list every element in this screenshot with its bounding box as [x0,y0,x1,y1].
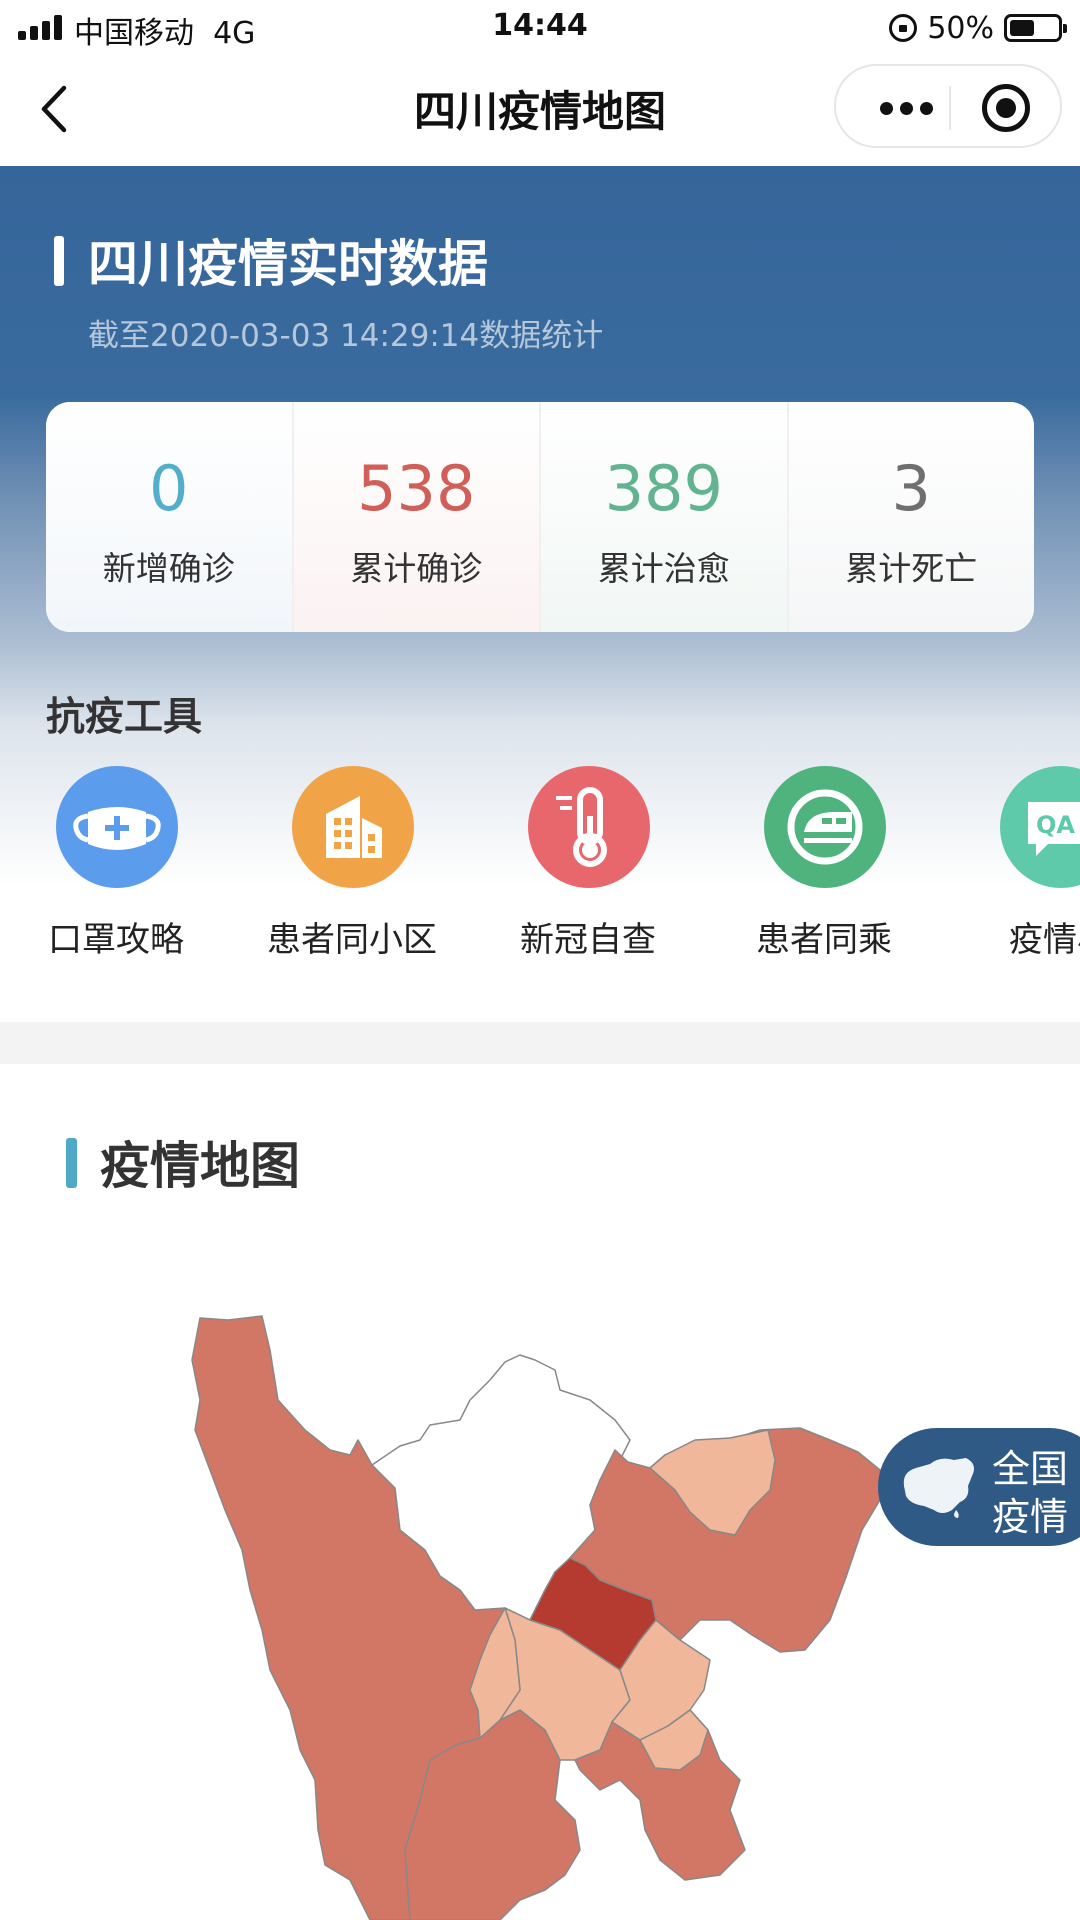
stat-value: 3 [891,452,931,525]
tool-label: 患者同乘 [756,920,892,960]
thermometer-icon [528,766,650,888]
stats-card: 0 新增确诊 538 累计确诊 389 累计治愈 3 累计死亡 [46,402,1034,632]
sichuan-map[interactable] [0,1290,1080,1920]
stat-label: 新增确诊 [102,549,235,588]
tool-patient-community[interactable]: 患者同小区 [232,766,472,966]
stat-value: 538 [357,452,476,525]
stat-label: 累计确诊 [350,549,483,588]
tool-self-check[interactable]: 新冠自查 [468,766,708,966]
tool-label: 新冠自查 [520,920,656,960]
tool-mask-guide[interactable]: 口罩攻略 [0,766,236,966]
train-icon [764,766,886,888]
tool-label: 患者同小区 [267,920,437,960]
map-section-title: 疫情地图 [100,1137,300,1195]
nationwide-line2: 疫情 [992,1495,1069,1539]
nav-bar: 四川疫情地图 [0,54,1080,166]
qa-icon: QA [1000,766,1080,888]
rotation-lock-icon [889,14,918,42]
mask-icon [56,766,178,888]
stat-value: 0 [149,452,189,525]
building-icon [292,766,414,888]
stat-total-deaths: 3 累计死亡 [786,402,1034,632]
battery-percent: 50% [927,10,994,46]
nationwide-epidemic-button[interactable]: 全国 疫情 [878,1428,1080,1546]
mini-program-capsule [834,64,1062,148]
tool-epidemic-qa[interactable]: QA 疫情小 [940,766,1080,966]
china-map-icon [896,1452,982,1522]
stat-label: 累计治愈 [597,549,730,588]
tool-label: 口罩攻略 [48,920,184,960]
update-timestamp: 截至2020-03-03 14:29:14数据统计 [88,318,604,354]
section-title: 四川疫情实时数据 [88,235,488,293]
title-accent-bar [54,236,64,286]
battery-fill [1010,20,1034,36]
realtime-data-section: 四川疫情实时数据 截至2020-03-03 14:29:14数据统计 0 新增确… [0,166,1080,1022]
stat-label: 累计死亡 [845,549,978,588]
target-close-icon[interactable] [982,84,1030,132]
tool-label: 疫情小 [1009,920,1080,960]
more-dots-icon[interactable] [866,88,946,128]
stat-total-recovered: 389 累计治愈 [539,402,787,632]
tool-patient-same-transit[interactable]: 患者同乘 [704,766,944,966]
section-divider [0,1022,1080,1064]
nationwide-line1: 全国 [992,1447,1069,1491]
tools-heading: 抗疫工具 [46,695,203,740]
map-title-accent-bar [66,1138,77,1188]
battery-icon [1004,14,1067,42]
stat-new-confirmed: 0 新增确诊 [46,402,292,632]
status-bar: 中国移动 4G 14:44 50% [0,0,1080,54]
qa-badge: QA [1036,811,1075,839]
stat-total-confirmed: 538 累计确诊 [291,402,539,632]
capsule-divider [949,86,951,130]
stat-value: 389 [604,452,723,525]
